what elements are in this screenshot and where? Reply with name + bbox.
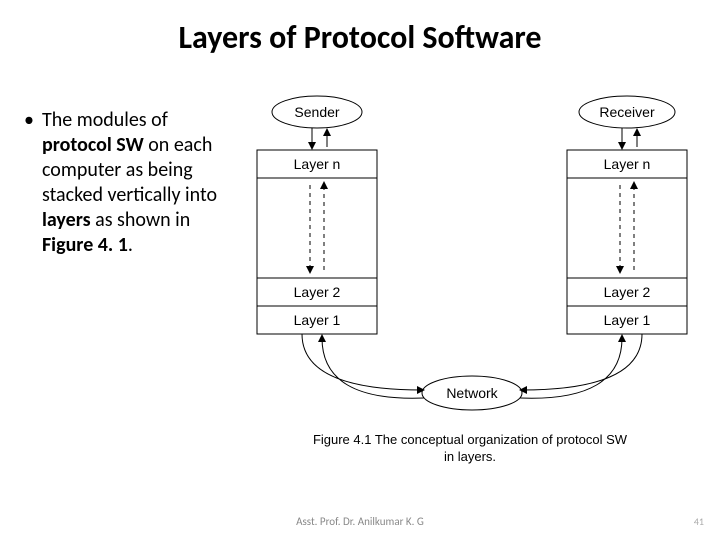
bullet-mid2: as shown in: [91, 208, 191, 232]
bullet-bold-figure: Figure 4. 1: [42, 233, 128, 257]
footer-author: Asst. Prof. Dr. Anilkumar K. G: [0, 515, 720, 528]
sender-label: Sender: [294, 104, 339, 120]
right-layer-2: Layer 2: [604, 284, 651, 300]
bullet-end: .: [128, 233, 133, 257]
bullet-text: • The modules of protocol SW on each com…: [24, 108, 224, 258]
caption-line1: Figure 4.1 The conceptual organization o…: [240, 432, 700, 449]
right-layer-1: Layer 1: [604, 312, 651, 328]
left-layer-2: Layer 2: [294, 284, 341, 300]
layers-diagram: Sender Receiver Layer n Layer 2 Layer 1 …: [232, 90, 702, 460]
bullet-content: The modules of protocol SW on each compu…: [42, 108, 224, 258]
network-label: Network: [446, 385, 498, 401]
caption-line2: in layers.: [240, 449, 700, 466]
right-layer-n: Layer n: [604, 156, 651, 172]
receiver-label: Receiver: [599, 104, 655, 120]
left-layer-n: Layer n: [294, 156, 341, 172]
bullet-bold-protocol: protocol SW: [42, 133, 144, 157]
bullet-marker: •: [24, 108, 34, 133]
bullet-bold-layers: layers: [42, 208, 91, 232]
left-layer-1: Layer 1: [294, 312, 341, 328]
figure-caption: Figure 4.1 The conceptual organization o…: [240, 432, 700, 466]
page-number: 41: [694, 515, 704, 528]
bullet-pre: The modules of: [42, 108, 168, 132]
slide-title: Layers of Protocol Software: [0, 0, 720, 57]
